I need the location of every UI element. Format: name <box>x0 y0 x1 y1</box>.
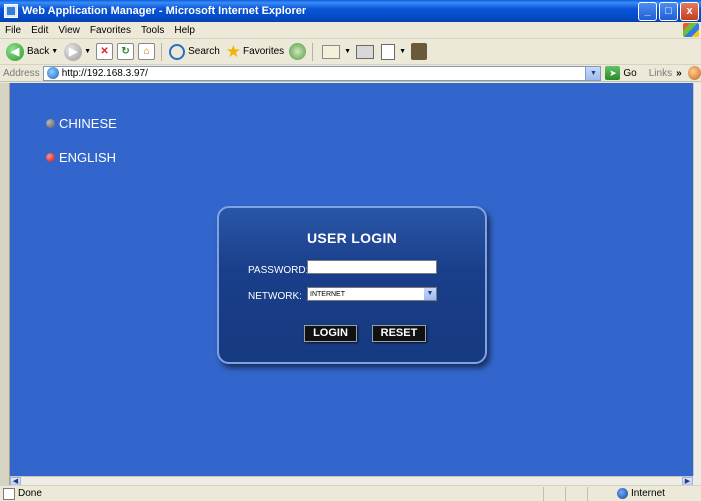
network-select[interactable]: INTERNET ▼ <box>307 287 437 301</box>
radio-dot-selected-icon <box>46 153 55 162</box>
print-icon[interactable] <box>356 44 375 59</box>
minimize-button[interactable]: _ <box>638 1 657 21</box>
login-panel: USER LOGIN PASSWORD: NETWORK: INTERNET ▼… <box>217 206 487 364</box>
toolbar-extension-icon[interactable] <box>687 66 701 80</box>
chevron-down-icon[interactable]: ▼ <box>424 288 436 300</box>
status-bar: Done Internet <box>0 485 701 501</box>
language-chinese-link[interactable]: CHINESE <box>46 116 117 131</box>
status-cell <box>565 486 587 501</box>
menu-file[interactable]: File <box>0 25 26 36</box>
links-label: Links <box>648 67 673 79</box>
edit-icon <box>381 43 396 60</box>
favorites-button[interactable]: ★ Favorites <box>223 41 287 63</box>
favorites-star-icon: ★ <box>225 42 242 61</box>
address-input[interactable]: http://192.168.3.97/ ▼ <box>42 65 602 81</box>
ie-window-icon[interactable] <box>4 4 18 18</box>
internet-zone-icon <box>617 488 628 499</box>
vertical-scrollbar[interactable] <box>693 83 701 476</box>
network-selected-value: INTERNET <box>310 290 345 298</box>
home-icon[interactable]: ⌂ <box>138 43 156 60</box>
address-url[interactable]: http://192.168.3.97/ <box>62 68 586 79</box>
password-input[interactable] <box>307 260 437 274</box>
forward-dropdown-icon[interactable]: ▼ <box>84 48 91 55</box>
mail-icon <box>322 44 341 59</box>
language-chinese-label: CHINESE <box>59 116 117 131</box>
language-english-link[interactable]: ENGLISH <box>46 150 116 165</box>
radio-dot-icon <box>46 119 55 128</box>
mail-button[interactable]: ▼ <box>317 41 354 63</box>
page-icon <box>46 67 59 79</box>
status-cell <box>543 486 565 501</box>
search-label: Search <box>188 46 220 57</box>
window-left-edge <box>0 83 10 493</box>
mail-dropdown-icon[interactable]: ▼ <box>344 48 351 55</box>
standard-toolbar: ◀ Back ▼ ▶ ▼ ✕ ↻ ⌂ Search ★ Favorites ▼ … <box>0 39 701 65</box>
menu-bar: File Edit View Favorites Tools Help <box>0 22 701 39</box>
stop-icon[interactable]: ✕ <box>96 43 114 60</box>
forward-arrow-icon: ▶ <box>64 42 83 61</box>
zone-label: Internet <box>631 488 665 499</box>
login-button[interactable]: LOGIN <box>304 325 357 342</box>
links-button[interactable]: Links» <box>649 68 682 79</box>
status-cell <box>587 486 609 501</box>
back-arrow-icon: ◀ <box>6 42 24 61</box>
password-label: PASSWORD: <box>248 265 309 276</box>
edit-dropdown-icon[interactable]: ▼ <box>399 48 406 55</box>
history-icon[interactable] <box>289 43 307 60</box>
close-button[interactable]: x <box>680 1 699 21</box>
login-title: USER LOGIN <box>306 230 398 246</box>
page-status-icon <box>3 487 15 500</box>
maximize-button[interactable]: □ <box>659 1 678 21</box>
status-text: Done <box>18 488 42 499</box>
language-english-label: ENGLISH <box>59 150 117 165</box>
go-arrow-icon: ➤ <box>605 66 621 80</box>
back-label: Back <box>27 46 50 57</box>
edit-button[interactable]: ▼ <box>376 41 409 63</box>
links-chevron-icon: » <box>676 67 682 79</box>
toolbar-separator-2 <box>312 42 314 61</box>
menu-favorites[interactable]: Favorites <box>85 25 136 36</box>
horizontal-scrollbar[interactable]: ◀ ▶ <box>10 476 693 486</box>
address-bar: Address http://192.168.3.97/ ▼ ➤ Go Link… <box>0 65 701 82</box>
scrollbar-corner <box>693 476 701 485</box>
go-button[interactable]: ➤ Go <box>605 66 637 80</box>
menu-tools[interactable]: Tools <box>136 25 169 36</box>
refresh-icon[interactable]: ↻ <box>117 43 135 60</box>
page-content: CHINESE ENGLISH USER LOGIN PASSWORD: NET… <box>10 83 693 476</box>
reset-button[interactable]: RESET <box>372 325 426 342</box>
address-label: Address <box>3 67 40 79</box>
back-dropdown-icon[interactable]: ▼ <box>51 48 58 55</box>
search-icon <box>169 43 186 60</box>
favorites-label: Favorites <box>243 46 285 57</box>
network-label: NETWORK: <box>248 291 302 302</box>
menu-view[interactable]: View <box>53 25 85 36</box>
window-title: Web Application Manager - Microsoft Inte… <box>22 5 307 17</box>
title-bar: Web Application Manager - Microsoft Inte… <box>0 0 701 22</box>
search-button[interactable]: Search <box>166 41 223 63</box>
forward-button[interactable]: ▶ ▼ <box>61 41 94 63</box>
research-icon[interactable] <box>411 43 428 60</box>
menu-help[interactable]: Help <box>169 25 200 36</box>
address-dropdown-icon[interactable]: ▼ <box>585 66 601 80</box>
toolbar-separator <box>161 42 163 61</box>
back-button[interactable]: ◀ Back ▼ <box>3 41 61 63</box>
windows-flag-icon <box>683 23 699 37</box>
menu-edit[interactable]: Edit <box>26 25 53 36</box>
go-label: Go <box>623 67 637 79</box>
